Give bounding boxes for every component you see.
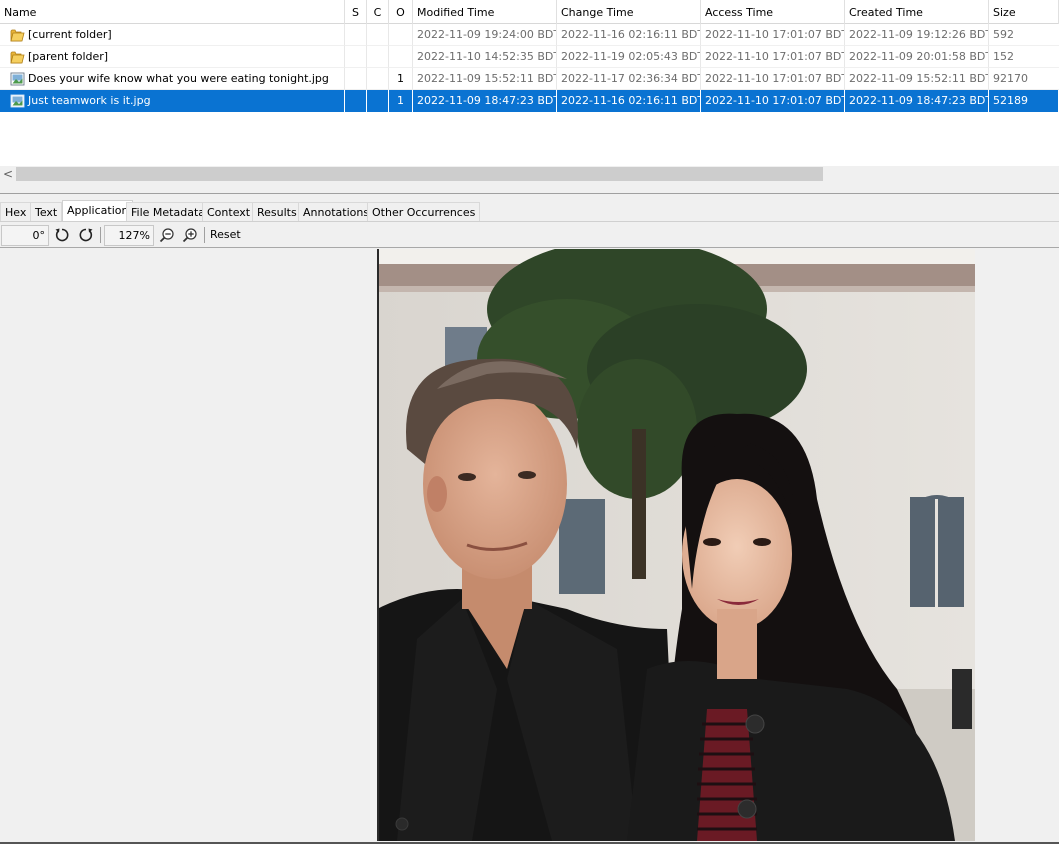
cell-change-time: 2022-11-19 02:05:43 BDT	[557, 46, 701, 68]
zoom-out-icon[interactable]	[158, 226, 176, 244]
cell-access-time: 2022-11-10 17:01:07 BDT	[701, 46, 845, 68]
cell-o	[389, 24, 413, 46]
table-row[interactable]: [parent folder] 2022-11-10 14:52:35 BDT …	[0, 46, 1059, 68]
tab-context[interactable]: Context	[202, 202, 256, 222]
cell-name: Just teamwork is it.jpg	[0, 90, 345, 112]
cell-c	[367, 46, 389, 68]
cell-o: 1	[389, 90, 413, 112]
column-header-access-time[interactable]: Access Time	[701, 0, 845, 24]
cell-change-time: 2022-11-16 02:16:11 BDT	[557, 90, 701, 112]
tab-other-occurrences[interactable]: Other Occurrences	[367, 202, 481, 222]
cell-size: 152	[989, 46, 1059, 68]
cell-name: Does your wife know what you were eating…	[0, 68, 345, 90]
rotate-left-icon[interactable]	[53, 226, 71, 244]
column-header-c[interactable]: C	[367, 0, 389, 24]
column-header-change-time[interactable]: Change Time	[557, 0, 701, 24]
cell-s	[345, 68, 367, 90]
table-row-selected[interactable]: Just teamwork is it.jpg 1 2022-11-09 18:…	[0, 90, 1059, 112]
cell-access-time: 2022-11-10 17:01:07 BDT	[701, 24, 845, 46]
cell-s	[345, 90, 367, 112]
file-table: Name S C O Modified Time Change Time Acc…	[0, 0, 1059, 166]
cell-name: [current folder]	[0, 24, 345, 46]
cell-s	[345, 46, 367, 68]
scrollbar-thumb[interactable]	[16, 167, 823, 181]
cell-o	[389, 46, 413, 68]
cell-change-time: 2022-11-17 02:36:34 BDT	[557, 68, 701, 90]
zoom-level-field[interactable]: 127%	[104, 225, 154, 246]
horizontal-scrollbar[interactable]: <	[0, 166, 1059, 183]
cell-size: 92170	[989, 68, 1059, 90]
column-header-o[interactable]: O	[389, 0, 413, 24]
tab-file-metadata[interactable]: File Metadata	[126, 202, 210, 222]
tab-annotations[interactable]: Annotations	[298, 202, 375, 222]
zoom-in-icon[interactable]	[181, 226, 199, 244]
rotate-right-icon[interactable]	[77, 226, 95, 244]
cell-c	[367, 24, 389, 46]
column-header-modified-time[interactable]: Modified Time	[413, 0, 557, 24]
table-row[interactable]: [current folder] 2022-11-09 19:24:00 BDT…	[0, 24, 1059, 46]
column-header-s[interactable]: S	[345, 0, 367, 24]
cell-modified-time: 2022-11-10 14:52:35 BDT	[413, 46, 557, 68]
pane-divider[interactable]	[0, 193, 1059, 194]
column-header-created-time[interactable]: Created Time	[845, 0, 989, 24]
tab-text[interactable]: Text	[30, 202, 63, 222]
scroll-left-arrow[interactable]: <	[2, 166, 14, 183]
cell-created-time: 2022-11-09 15:52:11 BDT	[845, 68, 989, 90]
tab-application[interactable]: Application	[62, 200, 134, 222]
toolbar-separator	[100, 227, 101, 243]
cell-created-time: 2022-11-09 18:47:23 BDT	[845, 90, 989, 112]
cell-size: 592	[989, 24, 1059, 46]
tab-hex[interactable]: Hex	[0, 202, 32, 222]
column-header-size[interactable]: Size	[989, 0, 1059, 24]
cell-created-time: 2022-11-09 19:12:26 BDT	[845, 24, 989, 46]
displayed-photo	[377, 249, 975, 841]
table-row[interactable]: Does your wife know what you were eating…	[0, 68, 1059, 90]
toolbar-separator	[204, 227, 205, 243]
table-header: Name S C O Modified Time Change Time Acc…	[0, 0, 1059, 24]
image-viewer-pane	[0, 249, 1059, 844]
cell-modified-time: 2022-11-09 15:52:11 BDT	[413, 68, 557, 90]
cell-change-time: 2022-11-16 02:16:11 BDT	[557, 24, 701, 46]
cell-o: 1	[389, 68, 413, 90]
cell-modified-time: 2022-11-09 19:24:00 BDT	[413, 24, 557, 46]
reset-button[interactable]: Reset	[210, 226, 241, 244]
cell-c	[367, 68, 389, 90]
cell-name: [parent folder]	[0, 46, 345, 68]
cell-s	[345, 24, 367, 46]
cell-c	[367, 90, 389, 112]
cell-created-time: 2022-11-09 20:01:58 BDT	[845, 46, 989, 68]
cell-access-time: 2022-11-10 17:01:07 BDT	[701, 68, 845, 90]
cell-size: 52189	[989, 90, 1059, 112]
cell-modified-time: 2022-11-09 18:47:23 BDT	[413, 90, 557, 112]
tab-results[interactable]: Results	[252, 202, 302, 222]
image-viewer-toolbar: 0° 127% Reset	[0, 222, 1059, 248]
cell-access-time: 2022-11-10 17:01:07 BDT	[701, 90, 845, 112]
column-header-name[interactable]: Name	[0, 0, 345, 24]
rotation-field[interactable]: 0°	[1, 225, 49, 246]
